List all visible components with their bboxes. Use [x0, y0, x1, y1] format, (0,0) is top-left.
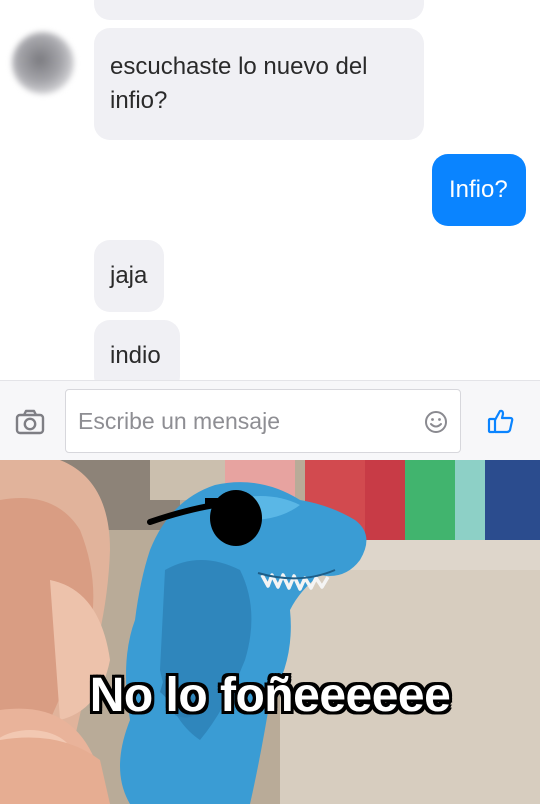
meme-photo [0, 460, 540, 804]
message-composer: Escribe un mensaje [0, 380, 540, 460]
camera-icon [15, 409, 45, 435]
chat-thread[interactable]: escuchaste lo nuevo del infio? Infio? ja… [0, 0, 540, 380]
message-text-line2: infio? [110, 87, 168, 114]
camera-button[interactable] [14, 408, 46, 436]
message-bubble-partial[interactable] [94, 0, 424, 20]
emoji-icon [425, 411, 447, 433]
emoji-button[interactable] [424, 410, 448, 434]
message-bubble-incoming[interactable]: escuchaste lo nuevo del infio? [94, 28, 424, 140]
message-text: indio [110, 342, 161, 369]
message-bubble-outgoing[interactable]: Infio? [432, 154, 526, 226]
message-input-placeholder: Escribe un mensaje [78, 408, 280, 434]
message-text: Infio? [449, 176, 508, 203]
contact-avatar[interactable] [12, 32, 74, 94]
message-text: jaja [110, 262, 148, 289]
message-bubble-incoming[interactable]: jaja [94, 240, 164, 312]
message-text-line1: escuchaste lo nuevo del [110, 53, 368, 80]
thumbs-up-icon [487, 409, 514, 434]
like-button[interactable] [486, 406, 516, 436]
message-input[interactable]: Escribe un mensaje [65, 389, 461, 453]
message-bubble-incoming[interactable]: indio [94, 320, 180, 380]
meme-image: No lo foñeeeeee [0, 460, 540, 804]
meme-caption: No lo foñeeeeee [89, 669, 451, 722]
